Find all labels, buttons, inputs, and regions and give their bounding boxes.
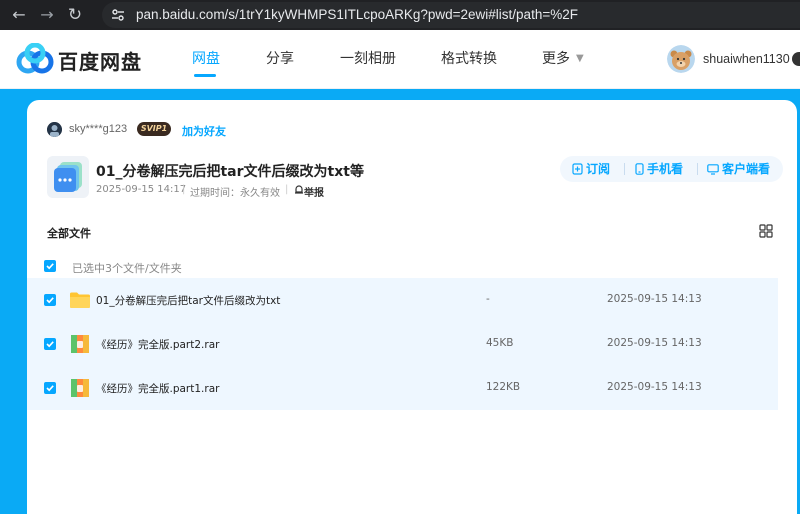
subscribe-button[interactable]: 订阅	[572, 156, 610, 182]
app-header: 百度网盘 网盘 分享 一刻相册 格式转换 更多 ▼ shuaiwhen1130	[0, 30, 800, 89]
check-icon	[46, 297, 54, 304]
file-size: 45KB	[486, 337, 514, 349]
share-created-date: 2025-09-15 14:17	[96, 184, 187, 195]
user-level-badge	[792, 52, 800, 66]
file-date: 2025-09-15 14:13	[607, 293, 702, 305]
username[interactable]: shuaiwhen1130	[703, 30, 790, 88]
sharer-avatar[interactable]	[47, 122, 62, 137]
file-name[interactable]: 《经历》完全版.part1.rar	[96, 381, 219, 396]
mobile-view-button[interactable]: 手机看	[635, 156, 683, 182]
forward-icon[interactable]: →	[36, 4, 58, 26]
file-list: 01_分卷解压完后把tar文件后缀改为txt - 2025-09-15 14:1…	[27, 278, 778, 410]
selected-count: 已选中3个文件/文件夹	[72, 262, 182, 275]
report-icon	[295, 185, 303, 194]
active-nav-indicator	[194, 74, 216, 77]
nav-more-label: 更多	[542, 51, 570, 67]
file-row[interactable]: 《经历》完全版.part1.rar 122KB 2025-09-15 14:13	[27, 366, 778, 410]
reload-icon[interactable]: ↻	[64, 4, 86, 26]
nav-more[interactable]: 更多 ▼	[542, 30, 584, 88]
client-view-button[interactable]: 客户端看	[707, 156, 770, 182]
bear-avatar-icon	[667, 45, 695, 73]
share-title: 01_分卷解压完后把tar文件后缀改为txt等	[96, 164, 364, 180]
subscribe-icon	[572, 163, 583, 175]
multi-file-share-icon	[47, 156, 89, 198]
action-divider	[624, 163, 625, 175]
subscribe-label: 订阅	[586, 162, 611, 176]
baidu-netdisk-logo-icon	[16, 43, 54, 74]
file-row[interactable]: 01_分卷解压完后把tar文件后缀改为txt - 2025-09-15 14:1…	[27, 278, 778, 322]
share-actions: 订阅 手机看 客户端看	[560, 156, 783, 182]
mobile-view-label: 手机看	[647, 162, 684, 176]
address-bar[interactable]: pan.baidu.com/s/1trY1kyWHMPS1ITLcpoARKg?…	[102, 2, 800, 28]
rar-icon	[71, 335, 89, 353]
avatar[interactable]	[667, 45, 695, 73]
svip-badge: SVIP1	[137, 122, 171, 136]
row-checkbox[interactable]	[44, 294, 56, 306]
select-all-checkbox[interactable]	[44, 260, 56, 272]
phone-icon	[635, 163, 644, 175]
row-checkbox[interactable]	[44, 338, 56, 350]
rar-icon	[71, 379, 89, 397]
check-icon	[46, 341, 54, 348]
report-label: 举报	[304, 188, 324, 199]
client-view-label: 客户端看	[722, 162, 771, 176]
file-name[interactable]: 01_分卷解压完后把tar文件后缀改为txt	[96, 293, 280, 308]
nav-album[interactable]: 一刻相册	[340, 30, 396, 88]
site-info-icon[interactable]	[110, 7, 126, 23]
logo-text: 百度网盘	[58, 50, 142, 74]
add-friend-link[interactable]: 加为好友	[182, 123, 226, 139]
logo[interactable]: 百度网盘	[16, 43, 144, 75]
nav-share[interactable]: 分享	[266, 30, 294, 88]
file-date: 2025-09-15 14:13	[607, 337, 702, 349]
back-icon[interactable]: ←	[8, 4, 30, 26]
meta-divider: |	[182, 184, 186, 195]
breadcrumb-all-files[interactable]: 全部文件	[47, 225, 91, 241]
sharer-avatar-image	[47, 122, 62, 137]
file-size: 122KB	[486, 381, 521, 393]
file-row[interactable]: 《经历》完全版.part2.rar 45KB 2025-09-15 14:13	[27, 322, 778, 366]
grid-view-icon[interactable]	[759, 224, 773, 238]
file-date: 2025-09-15 14:13	[607, 381, 702, 393]
row-checkbox[interactable]	[44, 382, 56, 394]
report-link[interactable]: 举报	[294, 184, 324, 199]
action-divider	[697, 163, 698, 175]
meta-divider: |	[285, 184, 289, 195]
monitor-icon	[707, 164, 719, 175]
share-expire: 过期时间：永久有效	[190, 188, 280, 199]
share-card: sky****g123 SVIP1 加为好友 01_分卷解压完后把tar文件后缀…	[27, 100, 797, 514]
check-icon	[46, 385, 54, 392]
caret-down-icon: ▼	[576, 53, 584, 64]
url-text[interactable]: pan.baidu.com/s/1trY1kyWHMPS1ITLcpoARKg?…	[136, 6, 578, 24]
file-name[interactable]: 《经历》完全版.part2.rar	[96, 337, 219, 352]
check-icon	[46, 263, 54, 270]
nav-netdisk[interactable]: 网盘	[192, 30, 220, 88]
browser-toolbar: ← → ↻ pan.baidu.com/s/1trY1kyWHMPS1ITLcp…	[0, 0, 800, 30]
sharer-name: sky****g123	[69, 123, 128, 135]
nav-format-convert[interactable]: 格式转换	[441, 30, 497, 88]
file-size: -	[486, 293, 490, 305]
folder-icon	[70, 292, 90, 308]
